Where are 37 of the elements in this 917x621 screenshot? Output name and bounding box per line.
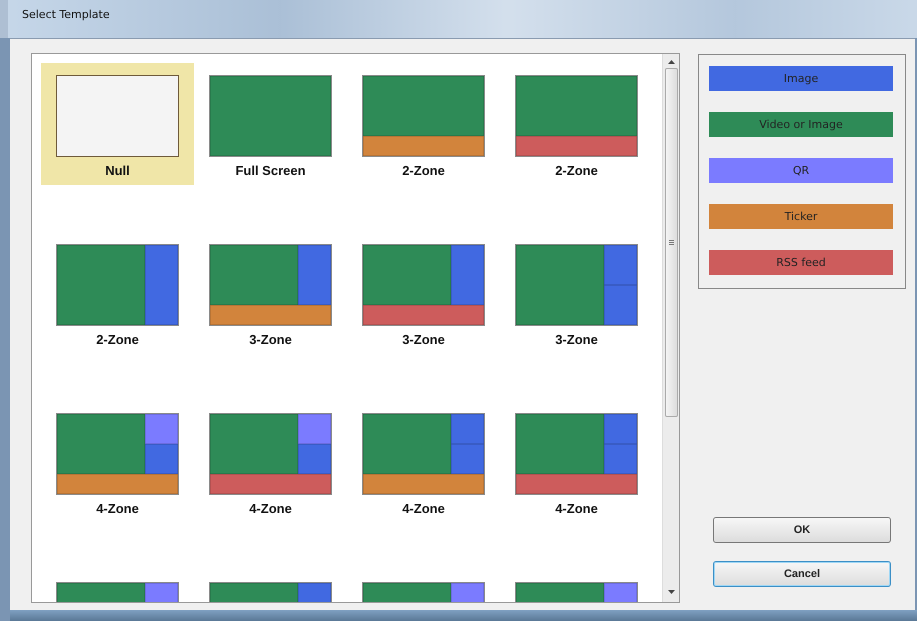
legend-item: Ticker bbox=[709, 204, 893, 229]
legend-item: QR bbox=[709, 158, 893, 183]
template-item[interactable]: Null bbox=[41, 63, 194, 185]
template-label: 3-Zone bbox=[555, 332, 598, 347]
legend-item: RSS feed bbox=[709, 250, 893, 275]
template-item[interactable]: 2-Zone bbox=[347, 63, 500, 185]
dialog-button[interactable]: Cancel bbox=[713, 561, 891, 587]
legend-item: Video or Image bbox=[709, 112, 893, 137]
template-item[interactable]: 3-Zone bbox=[500, 232, 653, 354]
window-title: Select Template bbox=[22, 8, 110, 21]
template-label: Full Screen bbox=[235, 163, 306, 178]
template-item[interactable]: 3-Zone bbox=[347, 232, 500, 354]
template-label: 3-Zone bbox=[402, 332, 445, 347]
template-item[interactable]: 4-Zone bbox=[347, 401, 500, 523]
template-label: 4-Zone bbox=[555, 501, 598, 516]
scroll-thumb[interactable] bbox=[664, 68, 678, 417]
template-item[interactable]: 3-Zone bbox=[194, 232, 347, 354]
scrollbar[interactable] bbox=[662, 54, 679, 602]
template-label: 4-Zone bbox=[96, 501, 139, 516]
template-item[interactable]: 4-Zone bbox=[500, 401, 653, 523]
grip-icon bbox=[668, 240, 674, 245]
template-label: 2-Zone bbox=[555, 163, 598, 178]
template-item[interactable]: 4-Zone bbox=[194, 401, 347, 523]
template-label: 4-Zone bbox=[402, 501, 445, 516]
template-label: 2-Zone bbox=[402, 163, 445, 178]
template-item[interactable]: 2-Zone bbox=[41, 232, 194, 354]
template-label: 3-Zone bbox=[249, 332, 292, 347]
template-item[interactable]: 2-Zone bbox=[500, 63, 653, 185]
template-label: 4-Zone bbox=[249, 501, 292, 516]
scroll-down-icon[interactable] bbox=[668, 590, 674, 594]
template-label: 2-Zone bbox=[96, 332, 139, 347]
template-item[interactable]: Full Screen bbox=[194, 63, 347, 185]
template-label: Null bbox=[105, 163, 130, 178]
dialog-button[interactable]: OK bbox=[713, 517, 891, 543]
legend-item: Image bbox=[709, 66, 893, 91]
template-item[interactable]: 4-Zone bbox=[41, 401, 194, 523]
scroll-up-icon[interactable] bbox=[668, 60, 674, 64]
